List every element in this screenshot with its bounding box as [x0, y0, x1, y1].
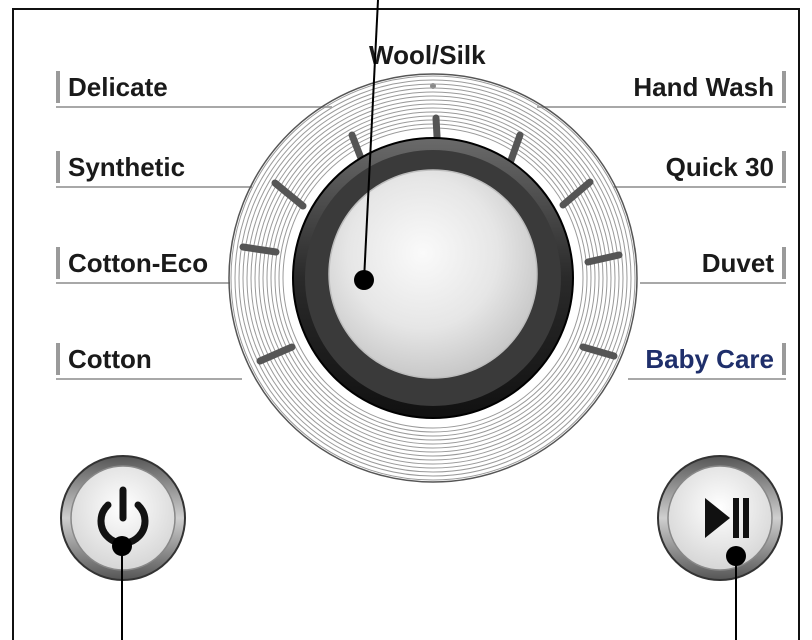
washer-control-panel: Delicate Synthetic Cotton-Eco Cotton Han…	[0, 0, 812, 640]
power-button[interactable]	[61, 456, 185, 580]
program-selector-knob[interactable]	[293, 138, 573, 418]
start-pause-button[interactable]	[658, 456, 782, 580]
